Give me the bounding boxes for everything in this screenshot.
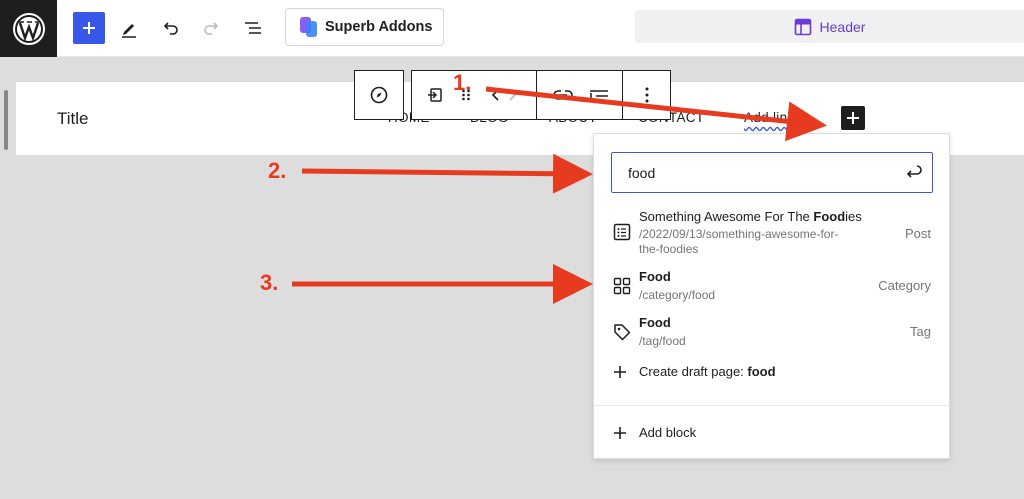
arrow-step-2 <box>301 153 593 194</box>
arrow-step-1 <box>485 86 827 142</box>
annotation-arrows <box>292 86 827 304</box>
